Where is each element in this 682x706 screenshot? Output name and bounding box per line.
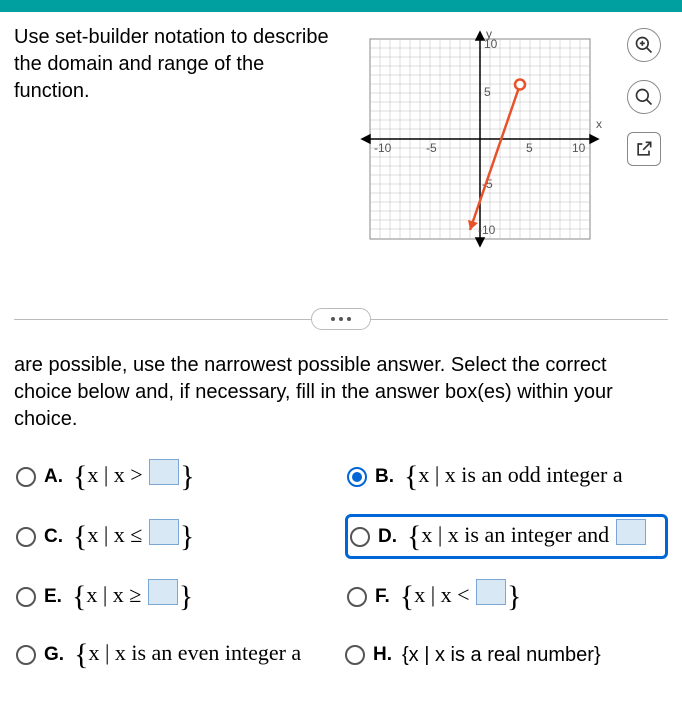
zoom-in-button[interactable] — [627, 28, 661, 62]
svg-text:x: x — [596, 117, 602, 131]
answer-box[interactable] — [148, 579, 178, 605]
answer-box[interactable] — [149, 519, 179, 545]
choice-letter: F. — [375, 586, 390, 608]
choice-math: {x | x < } — [400, 579, 522, 614]
answer-box[interactable] — [476, 579, 506, 605]
answer-box[interactable] — [149, 459, 179, 485]
choice-letter: B. — [375, 466, 394, 488]
choice-math: {x | x ≤ } — [73, 519, 194, 554]
svg-text:-10: -10 — [374, 141, 392, 155]
svg-text:-5: -5 — [426, 141, 437, 155]
choice-math: {x | x > } — [73, 459, 195, 494]
choice-c[interactable]: C. {x | x ≤ } — [14, 514, 337, 559]
question-prompt: Use set-builder notation to describe the… — [14, 24, 340, 254]
choice-letter: G. — [44, 644, 64, 666]
svg-text:5: 5 — [484, 85, 491, 99]
radio-b[interactable] — [347, 467, 367, 487]
radio-g[interactable] — [16, 645, 36, 665]
choice-a[interactable]: A. {x | x > } — [14, 455, 337, 498]
svg-text:-10: -10 — [478, 223, 496, 237]
svg-text:5: 5 — [526, 141, 533, 155]
radio-c[interactable] — [16, 527, 36, 547]
popout-button[interactable] — [627, 132, 661, 166]
graph-area: x y -10 -5 5 10 10 5 -5 -10 — [350, 24, 610, 254]
instructions: are possible, use the narrowest possible… — [14, 352, 668, 433]
choice-math: {x | x ≥ } — [72, 579, 193, 614]
choice-letter: D. — [378, 526, 397, 548]
choice-math: {x | x is an odd integer a — [404, 460, 623, 494]
radio-h[interactable] — [345, 645, 365, 665]
choice-g-h-row: G. {x | x is an even integer a H. {x | x… — [14, 634, 668, 676]
choice-letter: H. — [373, 644, 392, 666]
expand-button[interactable] — [311, 308, 371, 330]
zoom-button[interactable] — [627, 80, 661, 114]
svg-text:10: 10 — [484, 37, 498, 51]
choice-letter: A. — [44, 466, 63, 488]
radio-f[interactable] — [347, 587, 367, 607]
header-accent — [0, 0, 682, 12]
radio-e[interactable] — [16, 587, 36, 607]
graph-tools — [620, 24, 668, 254]
choice-math: {x | x is an integer and — [407, 519, 647, 554]
choice-d[interactable]: D. {x | x is an integer and — [345, 514, 668, 559]
choice-math: {x | x is a real number} — [402, 644, 601, 667]
answer-box[interactable] — [616, 519, 646, 545]
choice-math: {x | x is an even integer a — [74, 638, 301, 672]
answer-choices: A. {x | x > } B. {x | x is an odd intege… — [14, 455, 668, 676]
radio-a[interactable] — [16, 467, 36, 487]
choice-letter: E. — [44, 586, 62, 608]
svg-text:10: 10 — [572, 141, 586, 155]
choice-g[interactable]: G. {x | x is an even integer a — [16, 638, 337, 672]
choice-h[interactable]: H. {x | x is a real number} — [345, 644, 666, 667]
choice-letter: C. — [44, 526, 63, 548]
radio-d[interactable] — [350, 527, 370, 547]
choice-b[interactable]: B. {x | x is an odd integer a — [345, 455, 668, 498]
choice-f[interactable]: F. {x | x < } — [345, 575, 668, 618]
choice-e[interactable]: E. {x | x ≥ } — [14, 575, 337, 618]
